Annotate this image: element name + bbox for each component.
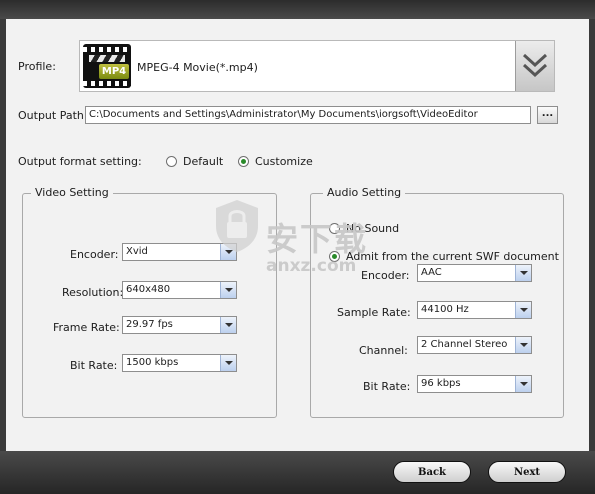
profile-label: Profile:: [18, 60, 56, 73]
audio-bit-rate-select[interactable]: 96 kbps: [417, 375, 532, 393]
watermark-subtext: anxz.com: [266, 256, 357, 276]
profile-value: MPEG-4 Movie(*.mp4): [137, 61, 258, 74]
frame-rate-label: Frame Rate:: [53, 321, 120, 334]
sample-rate-value: 44100 Hz: [421, 304, 469, 315]
output-path-label: Output Path:: [18, 109, 88, 122]
video-bit-rate-label: Bit Rate:: [70, 359, 118, 372]
browse-button[interactable]: ...: [537, 106, 558, 124]
film-clapper-icon: MP4: [83, 44, 131, 88]
frame-rate-value: 29.97 fps: [126, 319, 173, 330]
watermark-logo: [212, 198, 262, 254]
sample-rate-select[interactable]: 44100 Hz: [417, 301, 532, 319]
window-top-frame: [0, 0, 595, 19]
resolution-value: 640x480: [126, 284, 171, 295]
resolution-label: Resolution:: [62, 286, 124, 299]
chevron-down-icon: [515, 337, 531, 353]
profile-dropdown-button[interactable]: [515, 41, 554, 91]
audio-setting-title: Audio Setting: [323, 186, 406, 199]
customize-radio[interactable]: [238, 156, 249, 167]
audio-encoder-label: Encoder:: [361, 269, 410, 282]
frame-rate-select[interactable]: 29.97 fps: [122, 316, 237, 334]
chevron-down-icon: [220, 282, 236, 298]
shield-icon: [216, 200, 258, 252]
audio-bit-rate-value: 96 kbps: [421, 378, 461, 389]
audio-encoder-value: AAC: [421, 267, 442, 278]
mp4-badge: MP4: [99, 64, 129, 79]
video-setting-title: Video Setting: [31, 186, 113, 199]
audio-encoder-select[interactable]: AAC: [417, 264, 532, 282]
video-encoder-label: Encoder:: [70, 248, 119, 261]
chevron-down-icon: [220, 317, 236, 333]
back-button[interactable]: Back: [393, 461, 471, 483]
channel-value: 2 Channel Stereo: [421, 339, 508, 350]
chevron-down-icon: [515, 302, 531, 318]
channel-label: Channel:: [359, 344, 408, 357]
audio-bit-rate-label: Bit Rate:: [363, 380, 411, 393]
admit-swf-label: Admit from the current SWF document: [346, 250, 559, 263]
channel-select[interactable]: 2 Channel Stereo: [417, 336, 532, 354]
resolution-select[interactable]: 640x480: [122, 281, 237, 299]
output-path-field[interactable]: C:\Documents and Settings\Administrator\…: [85, 106, 531, 124]
profile-selector[interactable]: MP4 MPEG-4 Movie(*.mp4): [79, 40, 555, 92]
watermark-text: 安下载: [266, 220, 369, 258]
chevron-down-icon: [515, 376, 531, 392]
video-bit-rate-select[interactable]: 1500 kbps: [122, 354, 237, 372]
double-chevron-down-icon: [522, 53, 548, 78]
sample-rate-label: Sample Rate:: [337, 306, 411, 319]
next-button[interactable]: Next: [488, 461, 566, 483]
format-setting-label: Output format setting:: [18, 155, 142, 168]
video-encoder-value: Xvid: [126, 246, 148, 257]
default-radio-label: Default: [183, 155, 224, 168]
chevron-down-icon: [515, 265, 531, 281]
video-bit-rate-value: 1500 kbps: [126, 357, 179, 368]
chevron-down-icon: [220, 355, 236, 371]
customize-radio-label: Customize: [255, 155, 313, 168]
default-radio[interactable]: [166, 156, 177, 167]
